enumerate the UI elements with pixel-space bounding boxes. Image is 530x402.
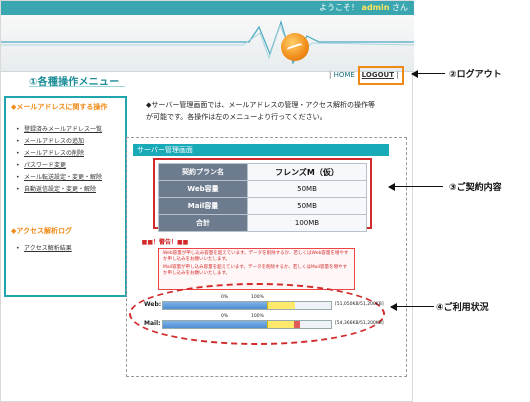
welcome-prefix: ようこそ！ [319,3,359,12]
contract-value: 50MB [247,180,367,198]
usage-bar-fill [163,321,268,328]
site-header [1,15,414,72]
usage-bar-overflow [294,321,301,328]
panel-title: サーバー管理画面 [133,144,389,156]
sidebar-mail-heading: ◆メールアドレスに関する操作 [11,103,108,111]
table-row: Mail容量 50MB [158,197,367,215]
contract-label: Web容量 [158,180,248,198]
usage-bar-over [266,302,295,309]
welcome-text: ようこそ！ admin さん [319,1,408,15]
warning-mail-text: Mail容量が申し込み容量を超えています。データを削除するか、若しくはMail容… [163,265,348,276]
contract-table: 契約プラン名 フレンズM（仮） Web容量 50MB Mail容量 50MB 合… [158,163,367,232]
mail-usage-capacity: [54,366KB/51,200KB] [335,321,384,326]
sidebar-item-delete-mail[interactable]: メールアドレスの削除 [24,148,102,160]
usage-zero-label: 0% [221,295,229,300]
usage-bar-over [267,321,296,328]
web-usage-bar: 0% 100% [162,295,332,310]
sidebar-item-change-password[interactable]: パスワード変更 [24,160,102,172]
mail-usage-label: Mail: [144,320,161,327]
menu-divider [29,86,125,87]
usage-bar-fill [163,302,267,309]
usage-full-label: 100% [251,314,264,319]
contract-label: 契約プラン名 [158,163,248,181]
sidebar-item-auto-reply[interactable]: 自動返信設定・変更・解除 [24,184,102,196]
contract-label: 合計 [158,214,248,232]
browser-frame: ようこそ！ admin さん ①各種操作メニュー | HOME | LOGOUT… [0,0,414,402]
usage-callout: ④ご利用状況 [436,303,489,313]
logout-arrow [411,70,445,78]
sidebar-item-mail-forward[interactable]: メール転送設定・変更・解除 [24,172,102,184]
contract-label: Mail容量 [158,197,248,215]
table-row: Web容量 50MB [158,180,367,198]
welcome-suffix: さん [392,3,408,12]
web-usage-capacity: [51,050KB/51,200KB] [335,302,384,307]
sidebar-item-mail-list[interactable]: 登録済みメールアドレス一覧 [24,124,102,136]
mail-usage-bar: 0% 100% [162,314,332,329]
table-row: 合計 100MB [158,214,367,232]
contract-value: 100MB [247,214,367,232]
table-row: 契約プラン名 フレンズM（仮） [158,163,367,181]
brand-logo [281,33,309,61]
logout-callout: ②ログアウト [449,70,502,80]
usage-arrow [390,303,434,311]
usage-zero-label: 0% [221,314,229,319]
intro-text: ◆サーバー管理画面では、メールアドレスの管理・アクセス解析の操作等が可能です。各… [146,101,375,121]
header-wave-graphic [1,20,414,65]
web-usage-row: Web: 0% 100% [51,050KB/51,200KB] [144,295,384,311]
sidebar-log-heading: ◆アクセス解析ログ [11,227,73,235]
web-usage-label: Web: [144,301,162,308]
logout-highlight-box [358,66,404,85]
sidebar-menu: ◆メールアドレスに関する操作 登録済みメールアドレス一覧 メールアドレスの追加 … [4,96,127,297]
usage-full-label: 100% [251,295,264,300]
contract-value: フレンズM（仮） [247,163,367,181]
contract-arrow [388,183,443,191]
warning-title: ■■！警告！■■ [141,239,189,246]
user-name: admin [361,3,390,12]
top-bar: ようこそ！ admin さん [1,1,414,15]
link-separator: | [329,71,332,79]
mail-usage-row: Mail: 0% 100% [54,366KB/51,200KB] [144,314,384,330]
home-link[interactable]: HOME [334,71,355,79]
sidebar-item-add-mail[interactable]: メールアドレスの追加 [24,136,102,148]
warning-web-text: Web容量が申し込み容量を超えています。データを削除するか、若しくはWeb容量を… [163,251,349,262]
contract-callout: ③ご契約内容 [449,183,502,193]
sidebar-mail-list: 登録済みメールアドレス一覧 メールアドレスの追加 メールアドレスの削除 パスワー… [24,124,102,196]
contract-value: 50MB [247,197,367,215]
